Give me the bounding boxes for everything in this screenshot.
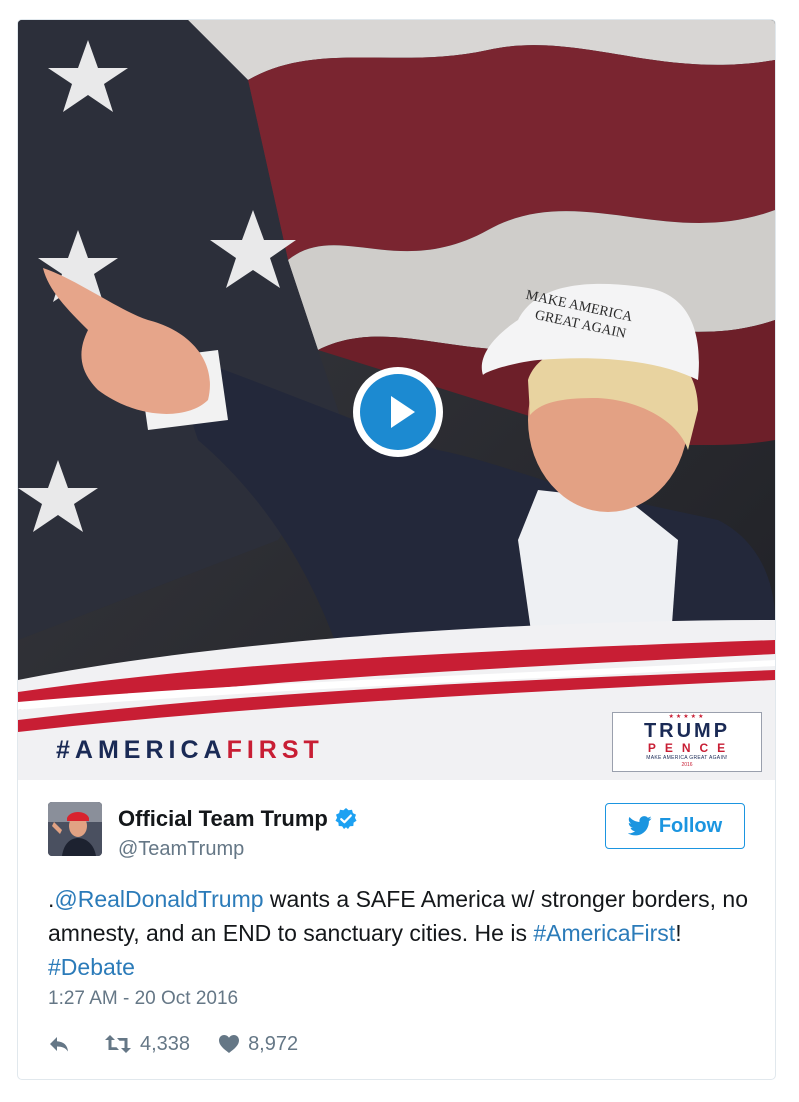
twitter-bird-icon	[627, 816, 652, 836]
tweet-card: MAKE AMERICA GREAT AGAIN #AMERICAFIRST ★…	[17, 19, 776, 1080]
tweet-actions: 4,338 8,972	[48, 1030, 298, 1058]
verified-icon	[334, 807, 358, 831]
banner-hashtag-prefix: #AMERICA	[56, 736, 227, 764]
avatar[interactable]	[48, 802, 102, 856]
like-button[interactable]: 8,972	[218, 1033, 298, 1056]
retweet-count: 4,338	[140, 1032, 191, 1055]
logo-line1: TRUMP	[643, 720, 731, 742]
heart-icon	[219, 1035, 240, 1053]
video-thumbnail[interactable]: MAKE AMERICA GREAT AGAIN #AMERICAFIRST ★…	[18, 20, 775, 780]
avatar-image	[48, 802, 102, 856]
play-icon	[360, 374, 436, 450]
follow-label: Follow	[658, 814, 723, 837]
reply-icon	[50, 1037, 68, 1052]
banner-hashtag-suffix: FIRST	[226, 736, 324, 764]
trump-pence-logo: ★★★★★ TRUMP PENCE MAKE AMERICA GREAT AGA…	[612, 712, 762, 772]
author-handle[interactable]: @TeamTrump	[118, 838, 244, 861]
hashtag-link-americafirst[interactable]: #AmericaFirst	[533, 920, 675, 946]
logo-line3: MAKE AMERICA GREAT AGAIN!	[646, 755, 728, 761]
tweet-separator: !	[675, 920, 682, 946]
hashtag-link-debate[interactable]: #Debate	[48, 954, 135, 980]
follow-button[interactable]: Follow	[605, 803, 745, 849]
retweet-button[interactable]: 4,338	[104, 1033, 190, 1056]
name-row: Official Team Trump	[118, 806, 358, 832]
reply-button[interactable]	[48, 1035, 70, 1053]
play-button[interactable]	[353, 367, 443, 457]
like-count: 8,972	[248, 1032, 299, 1055]
author-name[interactable]: Official Team Trump	[118, 806, 328, 831]
logo-line2: PENCE	[647, 741, 735, 755]
timestamp[interactable]: 1:27 AM - 20 Oct 2016	[48, 988, 238, 1010]
retweet-icon	[105, 1035, 131, 1053]
tweet-text: .@RealDonaldTrump wants a SAFE America w…	[48, 882, 748, 984]
logo-line4: 2016	[681, 762, 693, 768]
banner-hashtag: #AMERICAFIRST	[56, 736, 324, 765]
mention-link[interactable]: @RealDonaldTrump	[54, 886, 263, 912]
